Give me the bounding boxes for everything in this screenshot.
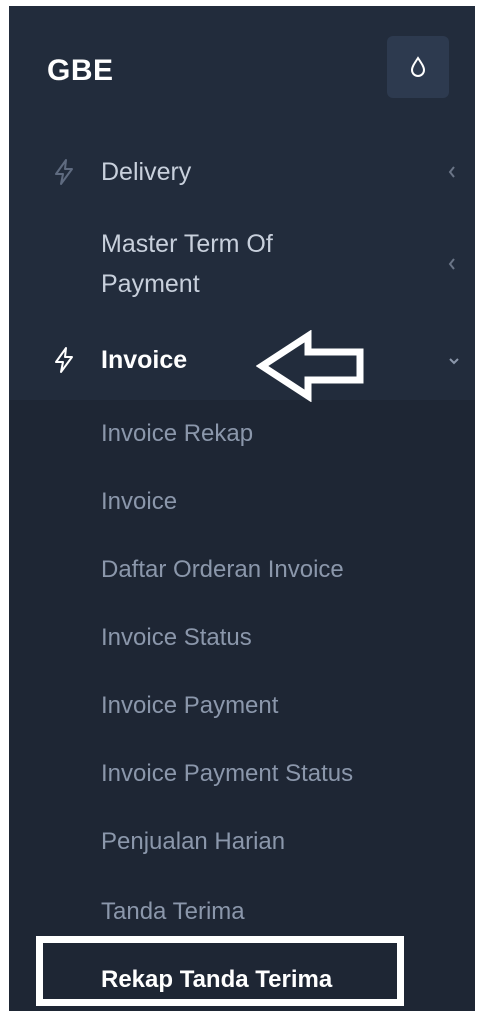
submenu-item-invoice-rekap[interactable]: Invoice Rekap [101, 420, 253, 448]
menu-item-label-line2: Payment [101, 270, 200, 298]
menu-item-label: Invoice [101, 346, 188, 374]
droplet-icon [410, 56, 426, 77]
brand-title: GBE [47, 54, 114, 87]
menu-item-label: Delivery [101, 158, 192, 186]
chevron-left-icon [448, 166, 455, 178]
bolt-icon [55, 347, 73, 373]
submenu-item-invoice-status[interactable]: Invoice Status [101, 624, 252, 652]
submenu-item-invoice[interactable]: Invoice [101, 488, 177, 516]
submenu-item-invoice-payment-status[interactable]: Invoice Payment Status [101, 760, 353, 788]
sidebar: GBE Delivery Master Term Of Payment Invo… [9, 6, 475, 1011]
chevron-left-icon [448, 258, 455, 270]
submenu-item-daftar-orderan-invoice[interactable]: Daftar Orderan Invoice [101, 556, 344, 584]
sidebar-brand: GBE [9, 6, 475, 130]
menu-item-delivery[interactable]: Delivery [9, 144, 475, 204]
bolt-icon [55, 159, 73, 185]
submenu-item-penjualan-harian[interactable]: Penjualan Harian [101, 828, 285, 856]
theme-toggle-button[interactable] [387, 36, 449, 98]
menu-item-label-line1: Master Term Of [101, 230, 273, 258]
submenu-item-tanda-terima[interactable]: Tanda Terima [101, 898, 245, 926]
menu-item-master-term-of-payment[interactable]: Master Term Of Payment [9, 222, 475, 308]
menu-item-invoice[interactable]: Invoice [9, 334, 475, 396]
chevron-down-icon [449, 358, 459, 365]
submenu-item-invoice-payment[interactable]: Invoice Payment [101, 692, 278, 720]
highlight-box [36, 936, 404, 1006]
pointer-arrow-left-icon [256, 330, 364, 402]
